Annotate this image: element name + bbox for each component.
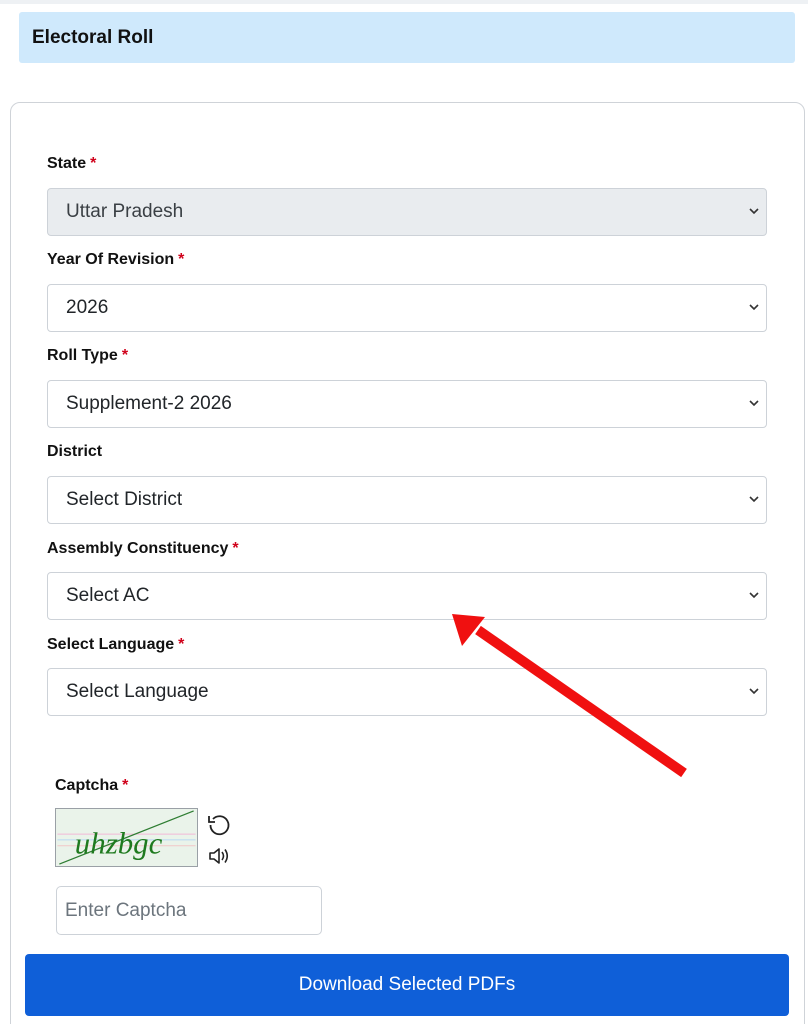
ac-select[interactable]: Select AC (47, 572, 767, 620)
state-select[interactable]: Uttar Pradesh (47, 188, 767, 236)
state-select-value: Uttar Pradesh (66, 201, 184, 222)
district-select-value: Select District (66, 489, 183, 510)
year-select-value: 2026 (66, 297, 109, 318)
required-mark: * (90, 155, 97, 172)
chevron-down-icon (749, 304, 759, 311)
ac-select-value: Select AC (66, 585, 150, 606)
required-mark: * (121, 347, 129, 364)
page-title: Electoral Roll (32, 26, 154, 48)
captcha-label: Captcha * (55, 777, 129, 794)
chevron-down-icon (749, 688, 759, 695)
language-select[interactable]: Select Language (47, 668, 767, 716)
chevron-down-icon (749, 208, 759, 215)
refresh-icon[interactable] (206, 812, 232, 838)
roll-type-label: Roll Type * (47, 347, 129, 364)
ac-label: Assembly Constituency * (47, 540, 239, 557)
captcha-input[interactable] (56, 886, 322, 935)
year-label: Year Of Revision * (47, 251, 185, 268)
district-select[interactable]: Select District (47, 476, 767, 524)
chevron-down-icon (749, 400, 759, 407)
top-strip (0, 0, 808, 4)
roll-type-select[interactable]: Supplement-2 2026 (47, 380, 767, 428)
roll-type-select-value: Supplement-2 2026 (66, 393, 232, 414)
download-pdfs-button[interactable]: Download Selected PDFs (25, 954, 789, 1016)
state-label: State * (47, 155, 97, 172)
speaker-icon[interactable] (207, 846, 231, 866)
chevron-down-icon (749, 592, 759, 599)
district-label: District (47, 443, 103, 460)
captcha-text: uhzbgc (75, 825, 163, 860)
page-header: Electoral Roll (19, 12, 795, 63)
required-mark: * (178, 636, 185, 653)
chevron-down-icon (749, 496, 759, 503)
required-mark: * (232, 540, 239, 557)
language-label: Select Language * (47, 636, 185, 653)
captcha-image: uhzbgc (55, 808, 198, 867)
language-select-value: Select Language (66, 681, 209, 702)
required-mark: * (122, 777, 129, 794)
required-mark: * (178, 251, 185, 268)
year-select[interactable]: 2026 (47, 284, 767, 332)
